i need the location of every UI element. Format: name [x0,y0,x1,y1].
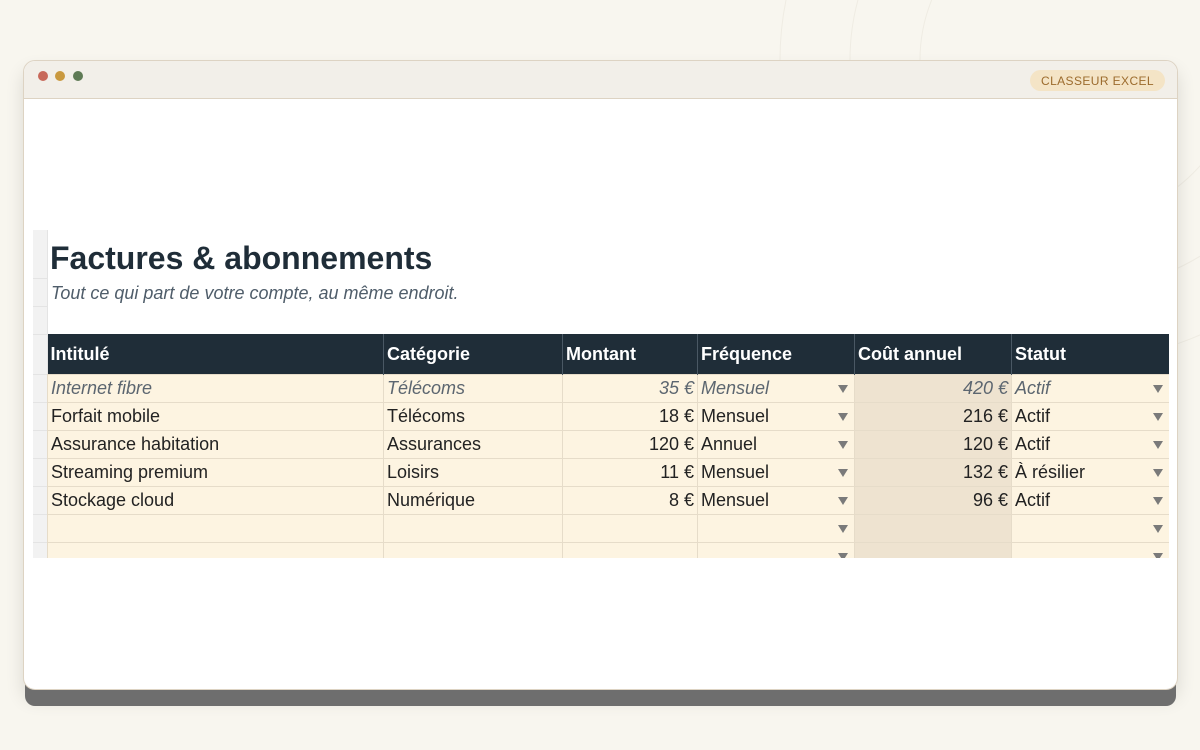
column-header-frequence[interactable]: Fréquence [697,334,855,375]
chevron-down-icon[interactable] [838,469,848,477]
cell-statut-dropdown[interactable]: Actif [1011,402,1169,431]
chevron-down-icon[interactable] [838,553,848,558]
row-gutter [33,230,48,558]
cell-frequence-dropdown[interactable]: Mensuel [697,486,855,515]
table-row: Stockage cloud Numérique 8 € Mensuel 96 … [47,486,1169,515]
cell-frequence-value: Mensuel [701,378,770,398]
cell-cout-annuel[interactable]: 132 € [854,458,1012,487]
sheet-subtitle: Tout ce qui part de votre compte, au mêm… [51,283,459,303]
bills-table: Intitulé Catégorie Montant Fréquence Coû… [47,334,1169,558]
cell-statut-dropdown[interactable] [1011,514,1169,543]
cell-intitule[interactable]: Streaming premium [47,458,384,487]
column-header-statut[interactable]: Statut [1011,334,1169,375]
chevron-down-icon[interactable] [1153,413,1163,421]
table-row: Forfait mobile Télécoms 18 € Mensuel 216… [47,402,1169,431]
cell-categorie[interactable]: Assurances [383,430,563,459]
cell-statut-dropdown[interactable]: Actif [1011,374,1169,403]
window-titlebar: CLASSEUR EXCEL [24,61,1177,99]
chevron-down-icon[interactable] [1153,385,1163,393]
cell-statut-value: À résilier [1015,462,1086,482]
cell-montant[interactable] [562,542,698,558]
chevron-down-icon[interactable] [838,525,848,533]
cell-cout-annuel[interactable]: 216 € [854,402,1012,431]
column-header-intitule[interactable]: Intitulé [47,334,384,375]
cell-montant[interactable]: 8 € [562,486,698,515]
cell-statut-value: Actif [1015,490,1051,510]
cell-categorie[interactable]: Loisirs [383,458,563,487]
chevron-down-icon[interactable] [838,413,848,421]
cell-statut-value: Actif [1015,406,1051,426]
cell-montant[interactable]: 11 € [562,458,698,487]
table-row: Assurance habitation Assurances 120 € An… [47,430,1169,459]
chevron-down-icon[interactable] [1153,497,1163,505]
app-badge: CLASSEUR EXCEL [1030,70,1165,91]
cell-statut-dropdown[interactable]: Actif [1011,486,1169,515]
cell-categorie[interactable]: Numérique [383,486,563,515]
zoom-window-button[interactable] [73,71,83,81]
cell-intitule[interactable]: Assurance habitation [47,430,384,459]
cell-frequence-dropdown[interactable]: Mensuel [697,374,855,403]
chevron-down-icon[interactable] [838,385,848,393]
cell-cout-annuel[interactable]: 420 € [854,374,1012,403]
cell-frequence-value: Annuel [701,434,758,454]
cell-montant[interactable] [562,514,698,543]
app-window: CLASSEUR EXCEL Factures & abonnements To… [23,60,1178,690]
cell-cout-annuel[interactable] [854,514,1012,543]
cell-frequence-dropdown[interactable] [697,514,855,543]
cell-frequence-dropdown[interactable]: Mensuel [697,402,855,431]
column-header-categorie[interactable]: Catégorie [383,334,563,375]
cell-statut-value: Actif [1015,434,1051,454]
column-header-montant[interactable]: Montant [562,334,698,375]
chevron-down-icon[interactable] [1153,525,1163,533]
cell-categorie[interactable] [383,542,563,558]
chevron-down-icon[interactable] [1153,553,1163,558]
cell-frequence-value: Mensuel [701,462,770,482]
cell-montant[interactable]: 18 € [562,402,698,431]
chevron-down-icon[interactable] [1153,469,1163,477]
table-header-row: Intitulé Catégorie Montant Fréquence Coû… [47,334,1169,375]
chevron-down-icon[interactable] [838,441,848,449]
close-window-button[interactable] [38,71,48,81]
cell-intitule[interactable]: Stockage cloud [47,486,384,515]
cell-statut-dropdown[interactable]: Actif [1011,430,1169,459]
cell-intitule[interactable]: Internet fibre [47,374,384,403]
minimize-window-button[interactable] [55,71,65,81]
cell-frequence-value: Mensuel [701,406,770,426]
cell-montant[interactable]: 35 € [562,374,698,403]
cell-categorie[interactable]: Télécoms [383,402,563,431]
cell-statut-dropdown[interactable]: À résilier [1011,458,1169,487]
chevron-down-icon[interactable] [1153,441,1163,449]
table-row: Internet fibre Télécoms 35 € Mensuel 420… [47,374,1169,403]
cell-frequence-dropdown[interactable]: Mensuel [697,458,855,487]
cell-frequence-dropdown[interactable] [697,542,855,558]
table-row: Streaming premium Loisirs 11 € Mensuel 1… [47,458,1169,487]
cell-cout-annuel[interactable] [854,542,1012,558]
cell-statut-dropdown[interactable] [1011,542,1169,558]
cell-intitule[interactable] [47,542,384,558]
cell-montant[interactable]: 120 € [562,430,698,459]
spreadsheet-area: Factures & abonnements Tout ce qui part … [33,230,1169,558]
table-row [47,542,1169,558]
sheet-title: Factures & abonnements [50,240,433,276]
cell-intitule[interactable] [47,514,384,543]
cell-cout-annuel[interactable]: 120 € [854,430,1012,459]
cell-categorie[interactable] [383,514,563,543]
cell-frequence-value: Mensuel [701,490,770,510]
cell-intitule[interactable]: Forfait mobile [47,402,384,431]
cell-statut-value: Actif [1015,378,1051,398]
table-row [47,514,1169,543]
column-header-cout-annuel[interactable]: Coût annuel [854,334,1012,375]
cell-frequence-dropdown[interactable]: Annuel [697,430,855,459]
cell-categorie[interactable]: Télécoms [383,374,563,403]
chevron-down-icon[interactable] [838,497,848,505]
cell-cout-annuel[interactable]: 96 € [854,486,1012,515]
